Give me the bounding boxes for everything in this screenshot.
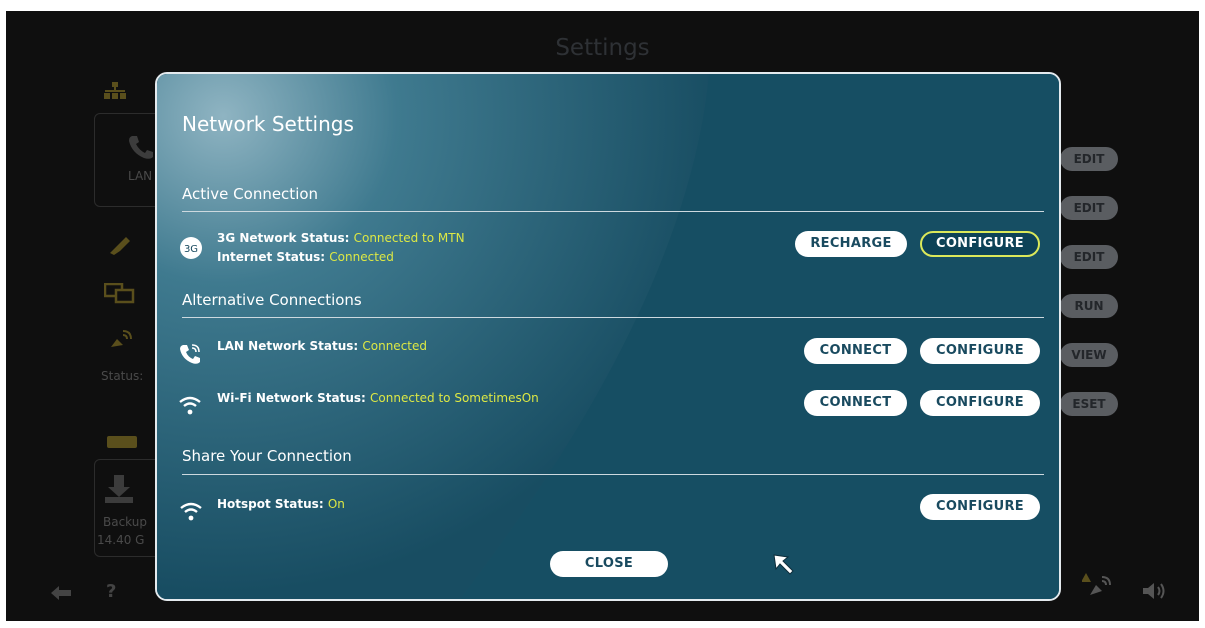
wifi-status-value: Connected to SometimesOn [370,391,539,405]
download-icon [105,475,133,503]
volume-icon[interactable] [1142,582,1168,600]
usb-icon [110,237,130,255]
internet-status-label: Internet Status: [217,250,326,264]
3g-icon: 3G [180,237,202,259]
share-connection-heading: Share Your Connection [182,447,352,465]
wifi-icon [179,396,201,415]
edit-button-1[interactable]: EDIT [1060,147,1118,171]
network-icon [104,82,126,99]
help-icon[interactable]: ? [106,581,116,602]
edit-button-3[interactable]: EDIT [1060,245,1118,269]
alternative-connections-heading: Alternative Connections [182,291,362,309]
reset-button[interactable]: ESET [1060,392,1118,416]
3g-status-line: 3G Network Status: Connected to MTN [217,230,465,247]
configure-3g-button[interactable]: CONFIGURE [920,231,1040,257]
lan-connect-button[interactable]: CONNECT [804,338,907,364]
lan-status-value: Connected [362,339,427,353]
wifi-connect-button[interactable]: CONNECT [804,390,907,416]
network-settings-dialog: Network Settings Active Connection 3G 3G… [155,72,1061,601]
internet-status-value: Connected [329,250,394,264]
view-button[interactable]: VIEW [1060,343,1118,367]
backup-size: 14.40 G [97,533,145,547]
hotspot-configure-button[interactable]: CONFIGURE [920,494,1040,520]
arrow-left-icon[interactable] [50,585,72,601]
wifi-configure-button[interactable]: CONFIGURE [920,390,1040,416]
lan-configure-button[interactable]: CONFIGURE [920,338,1040,364]
page-title: Settings [555,35,650,61]
app-screen: Settings LAN Status: Backup 14.40 G EDIT… [6,11,1199,621]
lan-partial-label: LAN [128,169,153,183]
active-divider [182,211,1044,212]
close-button[interactable]: CLOSE [550,551,668,577]
hotspot-status-value: On [327,497,345,511]
share-divider [182,474,1044,475]
run-button[interactable]: RUN [1060,294,1118,318]
recharge-button[interactable]: RECHARGE [795,231,907,257]
hotspot-status-label: Hotspot Status: [217,497,324,511]
dialog-title: Network Settings [182,112,354,136]
lan-status-label: LAN Network Status: [217,339,359,353]
warning-satellite-icon[interactable] [1082,571,1114,599]
wifi-status-label: Wi-Fi Network Status: [217,391,366,405]
drive-icon [107,436,137,448]
monitors-icon [104,283,135,304]
satellite-icon [111,330,132,347]
status-label: Status: [101,369,144,383]
hotspot-status-line: Hotspot Status: On [217,496,345,513]
phone-icon [129,136,153,159]
alternative-divider [182,317,1044,318]
hotspot-icon [180,502,202,521]
3g-status-label: 3G Network Status: [217,231,350,245]
lan-status-line: LAN Network Status: Connected [217,338,427,355]
3g-status-value: Connected to MTN [353,231,465,245]
cursor-icon [773,554,794,575]
lan-phone-icon [180,344,200,364]
svg-text:3G: 3G [184,244,198,255]
internet-status-line: Internet Status: Connected [217,249,394,266]
wifi-status-line: Wi-Fi Network Status: Connected to Somet… [217,390,539,407]
active-connection-heading: Active Connection [182,185,319,203]
backup-label: Backup [103,515,147,529]
edit-button-2[interactable]: EDIT [1060,196,1118,220]
